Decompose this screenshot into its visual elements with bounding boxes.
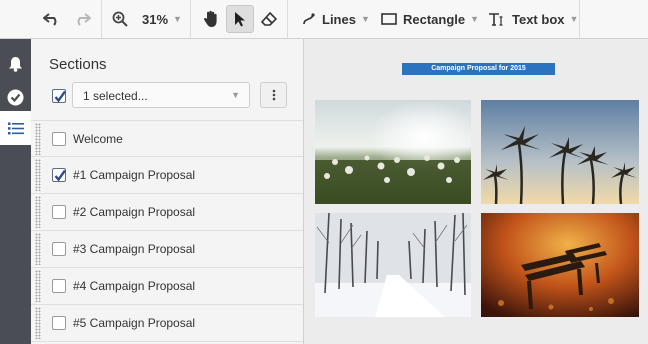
toolbar-divider [101,0,102,38]
redo-icon [77,13,91,26]
drag-handle[interactable] [35,123,41,155]
slide-title-banner[interactable]: Campaign Proposal for 2015 [402,63,555,75]
eraser-tool-button[interactable] [256,5,282,33]
select-all-checkbox[interactable] [52,89,66,103]
row-checkbox[interactable] [52,168,66,182]
zoom-in-button[interactable] [110,5,130,33]
notifications-button[interactable] [0,47,31,81]
textbox-label: Text box [512,11,565,27]
rectangle-label: Rectangle [403,11,466,27]
more-vertical-icon [272,89,275,101]
panel-title: Sections [49,56,107,73]
toolbar: 31% ▼ Lines ▼ Rectangle ▼ Text box ▼ [0,0,648,39]
drag-handle[interactable] [35,196,41,228]
tool-group [198,0,282,38]
line-tool-icon [303,13,315,25]
undo-button[interactable] [40,5,64,33]
hand-icon [204,10,217,28]
section-label: #3 Campaign Proposal [73,242,196,256]
toolbar-divider [579,0,580,38]
list-item[interactable]: Welcome [31,120,303,157]
chevron-down-icon: ▼ [470,14,480,24]
eraser-icon [261,12,277,26]
history-group [40,0,94,38]
section-label: #4 Campaign Proposal [73,279,196,293]
section-label: Welcome [73,132,123,146]
chevron-down-icon: ▼ [231,90,240,100]
toolbar-divider [190,0,191,38]
rectangle-icon [381,13,397,25]
sections-button[interactable] [0,111,31,145]
row-checkbox[interactable] [52,279,66,293]
zoom-in-icon [112,11,128,27]
section-label: #2 Campaign Proposal [73,205,196,219]
toolbar-divider [287,0,288,38]
section-label: #5 Campaign Proposal [73,316,196,330]
tasks-button[interactable] [0,80,31,114]
textbox-dropdown[interactable]: Text box ▼ [488,0,578,38]
list-item[interactable]: #3 Campaign Proposal [31,231,303,268]
more-options-button[interactable] [260,82,287,108]
slide-canvas[interactable]: Campaign Proposal for 2015 [305,39,648,344]
lines-dropdown[interactable]: Lines ▼ [302,0,370,38]
drag-handle[interactable] [35,270,41,302]
chevron-down-icon: ▼ [569,14,579,24]
zoom-dropdown[interactable]: 31% ▼ [142,5,182,33]
check-circle-icon [7,89,24,105]
checkmark-icon [54,169,66,182]
text-box-icon [489,13,503,26]
selection-text: 1 selected... [83,89,148,103]
lines-label: Lines [322,11,356,27]
photo-dandelion-field[interactable] [315,100,471,204]
bell-icon [9,57,22,72]
photo-autumn-park-bench[interactable] [481,213,639,317]
photo-snowy-forest-road[interactable] [315,213,471,317]
list-icon [7,122,24,134]
sections-panel: Sections 1 selected... ▼ Welcome #1 Camp… [31,39,304,344]
chevron-down-icon: ▼ [360,14,370,24]
list-item[interactable]: #1 Campaign Proposal [31,157,303,194]
sections-list: Welcome #1 Campaign Proposal #2 Campaign… [31,120,303,342]
row-checkbox[interactable] [52,132,66,146]
row-checkbox[interactable] [52,316,66,330]
cursor-icon [235,12,245,27]
undo-icon [43,13,57,26]
row-checkbox[interactable] [52,205,66,219]
list-item[interactable]: #5 Campaign Proposal [31,305,303,342]
section-label: #1 Campaign Proposal [73,168,196,182]
selection-dropdown[interactable]: 1 selected... ▼ [72,82,250,108]
drag-handle[interactable] [35,159,41,191]
pan-tool-button[interactable] [198,5,224,33]
rectangle-dropdown[interactable]: Rectangle ▼ [381,0,479,38]
checkmark-icon [54,90,66,103]
list-item[interactable]: #2 Campaign Proposal [31,194,303,231]
left-rail [0,39,31,344]
list-item[interactable]: #4 Campaign Proposal [31,268,303,305]
select-tool-button[interactable] [226,5,254,33]
photo-palm-trees[interactable] [481,100,639,204]
drag-handle[interactable] [35,233,41,265]
drag-handle[interactable] [35,307,41,339]
zoom-level: 31% [142,11,169,27]
redo-button[interactable] [70,5,94,33]
row-checkbox[interactable] [52,242,66,256]
chevron-down-icon: ▼ [173,14,182,24]
zoom-group: 31% ▼ [110,0,182,38]
